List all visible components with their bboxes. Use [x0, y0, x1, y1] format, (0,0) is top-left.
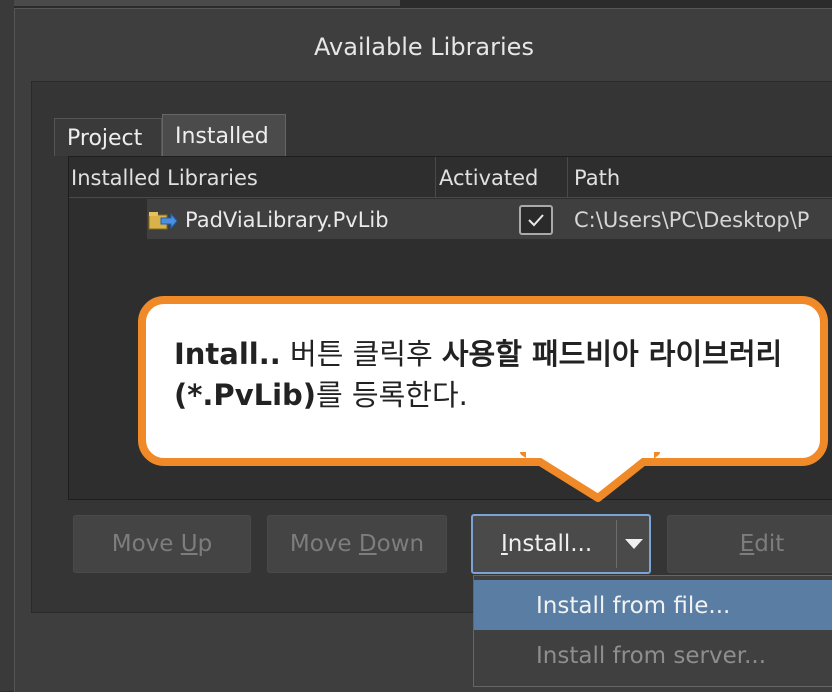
callout-bold-1: Intall.. — [174, 337, 281, 371]
chevron-down-icon[interactable] — [625, 539, 643, 549]
column-divider — [567, 157, 568, 197]
activated-checkbox[interactable] — [519, 205, 553, 235]
callout-text-3: 를 등록한다. — [316, 378, 468, 412]
callout-text-2: 버튼 클릭후 — [280, 337, 442, 371]
column-header-activated[interactable]: Activated — [439, 157, 538, 197]
move-up-label-prefix: Move — [111, 531, 181, 557]
move-up-button[interactable]: Move Up — [73, 515, 251, 573]
callout-pointer — [520, 452, 660, 502]
instruction-callout: Intall.. 버튼 클릭후 사용할 패드비아 라이브러리(*.PvLib)를… — [138, 296, 828, 466]
split-divider — [616, 520, 617, 568]
install-label-suffix: nstall... — [507, 531, 593, 557]
tab-project[interactable]: Project — [54, 118, 162, 156]
menu-item-install-from-file[interactable]: Install from file... — [474, 580, 832, 630]
library-file-icon — [147, 209, 178, 233]
column-header-path[interactable]: Path — [574, 157, 620, 197]
header-divider — [69, 197, 832, 198]
install-mnemonic: I — [501, 531, 508, 557]
library-name: PadViaLibrary.PvLib — [185, 208, 389, 232]
move-up-label-suffix: p — [197, 531, 213, 557]
tab-installed[interactable]: Installed — [162, 114, 286, 156]
dialog-title: Available Libraries — [314, 33, 534, 61]
library-path: C:\Users\PC\Desktop\P — [574, 208, 810, 232]
move-down-button[interactable]: Move Down — [267, 515, 447, 573]
callout-text: Intall.. 버튼 클릭후 사용할 패드비아 라이브러리(*.PvLib)를… — [174, 334, 814, 416]
install-split-button[interactable]: Install... — [471, 514, 651, 574]
edit-button[interactable]: Edit — [667, 515, 832, 573]
move-down-label-prefix: Move — [289, 531, 359, 557]
move-down-label-suffix: own — [376, 531, 425, 557]
edit-label-suffix: dit — [754, 531, 785, 557]
move-down-mnemonic: D — [358, 531, 377, 557]
background-window-edge — [0, 0, 400, 6]
column-divider — [435, 157, 436, 197]
install-dropdown-menu: Install from file... Install from server… — [473, 575, 832, 687]
background-window-strip — [0, 0, 14, 691]
column-header-installed-libraries[interactable]: Installed Libraries — [71, 157, 258, 197]
menu-item-install-from-server[interactable]: Install from server... — [474, 630, 832, 680]
checkmark-icon — [528, 214, 544, 227]
install-button-label[interactable]: Install... — [501, 516, 592, 572]
edit-mnemonic: E — [739, 531, 755, 557]
move-up-mnemonic: U — [180, 531, 198, 557]
